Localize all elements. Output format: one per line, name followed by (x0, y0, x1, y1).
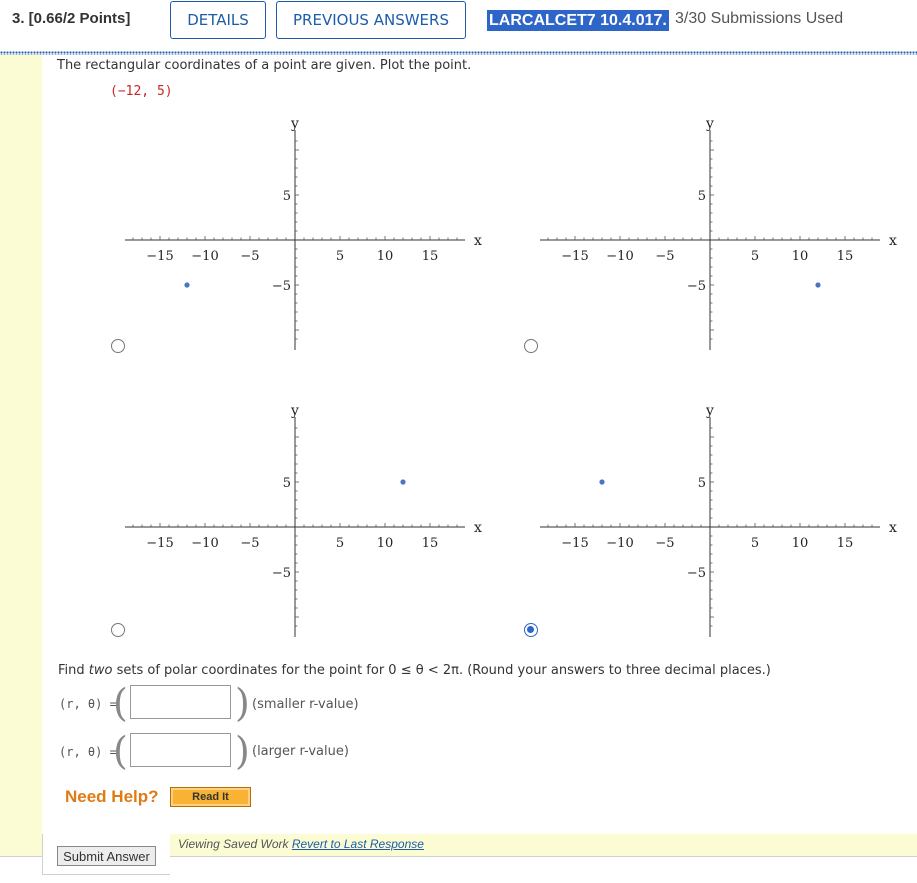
x-tick-label: −15 (146, 536, 173, 551)
option-c-radio[interactable] (111, 623, 125, 637)
graph-option-b: −15 −10 −5 5 10 15 5 −5 y x (540, 116, 897, 350)
x-tick-label: −15 (146, 249, 173, 264)
question-prompt: The rectangular coordinates of a point a… (57, 58, 472, 73)
polar-larger-input[interactable] (131, 734, 230, 766)
x-tick-label: 10 (792, 536, 809, 551)
polar-smaller-input-box[interactable] (130, 685, 231, 719)
answer-row-2-label: (r, θ) = (59, 745, 117, 759)
open-paren-1: ( (113, 681, 128, 725)
x-tick-label: −10 (191, 536, 218, 551)
answer-row-1-label: (r, θ) = (59, 697, 117, 711)
option-a-radio[interactable] (111, 339, 125, 353)
x-tick-label: 15 (422, 249, 439, 264)
plotted-point (599, 479, 605, 485)
y-axis-label: y (705, 116, 714, 132)
x-tick-label: 5 (336, 249, 344, 264)
problem-id-link[interactable]: LARCALCET7 10.4.017. (487, 10, 669, 31)
x-tick-label: 5 (751, 249, 759, 264)
question-header: 3. [0.66/2 Points] DETAILS PREVIOUS ANSW… (0, 0, 917, 48)
x-tick-label: 5 (336, 536, 344, 551)
polar-question-prefix: Find (58, 663, 89, 678)
x-tick-label: −5 (240, 249, 259, 264)
y-tick-label: 5 (698, 189, 706, 204)
y-tick-label: 5 (698, 476, 706, 491)
x-tick-label: 10 (377, 249, 394, 264)
plotted-point (184, 282, 190, 288)
previous-answers-button[interactable]: PREVIOUS ANSWERS (276, 1, 466, 39)
need-help-label: Need Help? (65, 787, 159, 806)
x-tick-label: 15 (837, 249, 854, 264)
x-tick-label: −5 (240, 536, 259, 551)
x-tick-label: −10 (606, 249, 633, 264)
polar-question-suffix: sets of polar coordinates for the point … (112, 663, 771, 678)
viewing-saved-work: Viewing Saved Work Revert to Last Respon… (178, 837, 424, 851)
y-axis-label: y (290, 403, 299, 419)
x-tick-label: −15 (561, 249, 588, 264)
larger-r-label: (larger r-value) (252, 744, 349, 759)
x-tick-label: −5 (655, 249, 674, 264)
details-button[interactable]: DETAILS (170, 1, 266, 39)
x-tick-label: 10 (792, 249, 809, 264)
option-b-radio[interactable] (524, 339, 538, 353)
y-axis-label: y (290, 116, 299, 132)
given-point: (−12, 5) (110, 84, 173, 99)
y-tick-label: 5 (283, 476, 291, 491)
option-d-radio[interactable] (524, 623, 538, 637)
x-tick-label: 15 (422, 536, 439, 551)
polar-question: Find two sets of polar coordinates for t… (58, 663, 771, 678)
y-tick-label: −5 (272, 566, 291, 581)
x-tick-label: 5 (751, 536, 759, 551)
x-tick-label: −5 (655, 536, 674, 551)
x-axis-label: x (889, 233, 897, 249)
y-axis-label: y (705, 403, 714, 419)
plotted-point (815, 282, 821, 288)
close-paren-1: ) (235, 681, 250, 725)
submit-answer-button[interactable]: Submit Answer (57, 846, 156, 866)
smaller-r-label: (smaller r-value) (252, 697, 359, 712)
open-paren-2: ( (113, 729, 128, 773)
viewing-text: Viewing Saved Work (178, 837, 292, 851)
revert-link[interactable]: Revert to Last Response (292, 837, 424, 851)
x-axis-label: x (474, 233, 482, 249)
y-tick-label: 5 (283, 189, 291, 204)
y-tick-label: −5 (272, 279, 291, 294)
plotted-point (400, 479, 406, 485)
graph-option-c: −15 −10 −5 5 10 15 5 −5 y x (125, 403, 482, 637)
y-tick-label: −5 (687, 279, 706, 294)
close-paren-2: ) (235, 729, 250, 773)
x-axis-label: x (889, 520, 897, 536)
graph-option-a: −15 −10 −5 5 10 15 5 −5 y x (125, 116, 482, 350)
x-tick-label: 10 (377, 536, 394, 551)
polar-larger-input-box[interactable] (130, 733, 231, 767)
question-points: 3. [0.66/2 Points] (12, 10, 131, 27)
read-it-button[interactable]: Read It (170, 787, 251, 807)
y-tick-label: −5 (687, 566, 706, 581)
graph-option-d: −15 −10 −5 5 10 15 5 −5 y x (540, 403, 897, 637)
x-tick-label: −10 (606, 536, 633, 551)
polar-question-emphasis: two (88, 663, 113, 678)
x-tick-label: −15 (561, 536, 588, 551)
x-tick-label: −10 (191, 249, 218, 264)
submissions-used: 3/30 Submissions Used (675, 10, 844, 27)
polar-smaller-input[interactable] (131, 686, 230, 718)
x-tick-label: 15 (837, 536, 854, 551)
x-axis-label: x (474, 520, 482, 536)
